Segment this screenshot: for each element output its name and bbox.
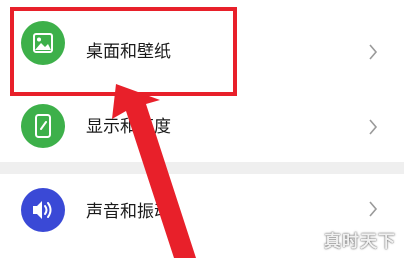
watermark: 真时天下 (324, 232, 396, 252)
pointer-arrow-icon (112, 84, 196, 258)
